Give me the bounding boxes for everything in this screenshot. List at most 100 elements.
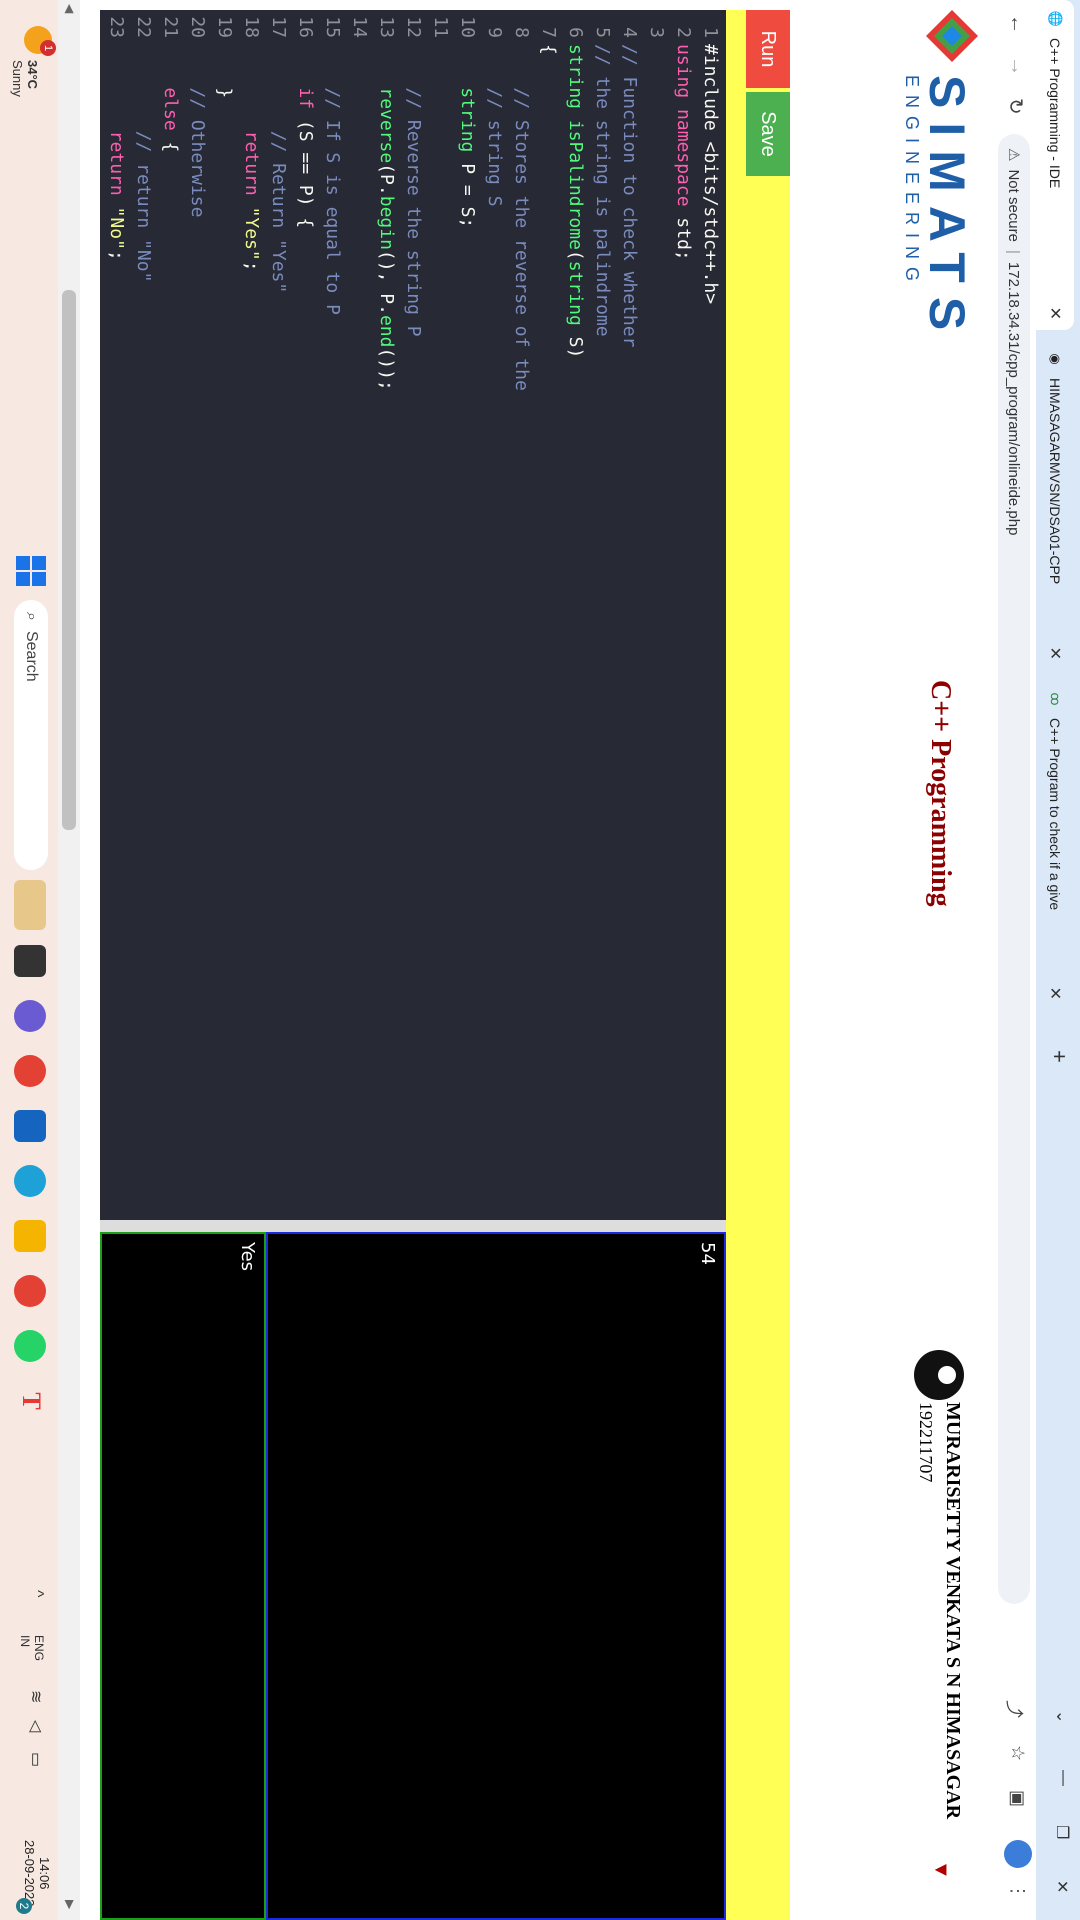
brand-name: SIMATS [919, 75, 975, 345]
code-line: 5// the string is palindrome [592, 27, 613, 337]
lang-code: ENG [32, 1635, 46, 1662]
code-line: 14 [349, 16, 370, 38]
chevron-up-icon[interactable]: ^ [28, 1590, 46, 1598]
chrome-alt-icon[interactable] [14, 1275, 46, 1307]
battery-icon[interactable]: ▭ [26, 1752, 46, 1767]
tab-github[interactable]: ◉ HIMASAGARMVSN/DSA01-CPP ✕ [1036, 340, 1074, 670]
search-icon: ⌕ [23, 612, 40, 621]
code-line: 19 } [214, 16, 235, 99]
weather-text: Sunny [10, 60, 25, 97]
input-value: 54 [697, 1242, 718, 1265]
input-box[interactable]: 54 [266, 1232, 726, 1920]
globe-icon: 🌐 [1048, 10, 1063, 28]
screen: 🌐 C++ Programming - IDE ✕ ◉ HIMASAGARMVS… [0, 0, 1080, 1920]
profile-avatar[interactable] [1004, 1840, 1032, 1868]
volume-icon[interactable]: ◁ [26, 1720, 46, 1732]
editor-scrollbar[interactable] [100, 1220, 726, 1232]
address-bar[interactable]: ⚠ Not secure | 172.18.34.31/cpp_program/… [998, 134, 1030, 1604]
minimize-icon[interactable]: — [1054, 1770, 1072, 1786]
whatsapp-icon[interactable] [14, 1330, 46, 1362]
wifi-icon[interactable]: ≋ [26, 1690, 46, 1703]
code-line: 20 // Otherwise [187, 16, 208, 218]
task-view-icon[interactable] [14, 945, 46, 977]
close-icon[interactable]: ✕ [1045, 987, 1065, 1000]
weather-widget[interactable]: 34°C Sunny [10, 60, 40, 97]
caret-down-icon[interactable]: ▼ [929, 1860, 952, 1880]
forward-icon[interactable]: → [1005, 56, 1028, 76]
date: 28-09-2023 [22, 1840, 37, 1907]
region-code: IN [18, 1635, 32, 1647]
widgets-icon[interactable] [14, 880, 46, 930]
warning-icon: ⚠ [1005, 148, 1022, 162]
maximize-icon[interactable]: ❐ [1052, 1825, 1072, 1839]
code-line: 11 [430, 16, 451, 38]
tab-title: HIMASAGARMVSN/DSA01-CPP [1047, 378, 1063, 585]
simats-logo-icon [926, 10, 978, 62]
url-separator: | [1005, 250, 1023, 254]
run-button[interactable]: Run [746, 10, 790, 88]
language-indicator[interactable]: ENG IN [18, 1635, 46, 1661]
edge-icon[interactable] [14, 1165, 46, 1197]
course-title: C++ Programming [925, 680, 956, 907]
sidepanel-icon[interactable]: ▣ [1007, 1790, 1028, 1807]
code-line: 15 // If S is equal to P [322, 16, 343, 315]
browser-tabbar: 🌐 C++ Programming - IDE ✕ ◉ HIMASAGARMVS… [1036, 0, 1080, 1920]
code-line: 7{ [538, 27, 559, 55]
close-icon[interactable]: ✕ [1045, 307, 1065, 320]
close-icon[interactable]: ✕ [1045, 647, 1065, 660]
code-editor[interactable]: 1#include <bits/stdc++.h> 2using namespa… [100, 10, 726, 1220]
code-line: 13 reverse(P.begin(), P.end()); [376, 16, 397, 391]
menu-kebab-icon[interactable]: ⋮ [1007, 1882, 1028, 1900]
gfg-icon: ꝏ [1048, 692, 1063, 706]
scroll-left-icon[interactable]: ◀ [63, 4, 77, 13]
back-icon[interactable]: ← [1005, 14, 1028, 34]
code-line: 16 if (S == P) { [295, 16, 316, 229]
clock[interactable]: 14:06 28-09-2023 [22, 1840, 52, 1907]
weather-badge: 1 [40, 40, 56, 56]
tab-ide[interactable]: 🌐 C++ Programming - IDE ✕ [1036, 0, 1074, 330]
weather-icon[interactable]: 1 [24, 26, 56, 56]
code-line: 10 string P = S; [457, 16, 478, 229]
output-value: Yes [237, 1242, 258, 1272]
notification-badge[interactable]: 2 [16, 1898, 32, 1914]
page-scrollbar[interactable]: ◀ ▶ [58, 0, 80, 1920]
reload-icon[interactable]: ↻ [1003, 98, 1028, 115]
code-line: 21 else { [160, 16, 181, 153]
windows-start-icon[interactable] [16, 556, 46, 586]
bookmark-star-icon[interactable]: ☆ [1007, 1745, 1028, 1761]
github-icon: ◉ [1048, 353, 1063, 365]
user-id: 192211707 [916, 1402, 936, 1483]
chat-icon[interactable] [14, 1000, 46, 1032]
search-label: Search [23, 630, 40, 682]
store-icon[interactable] [14, 1110, 46, 1142]
save-button[interactable]: Save [746, 92, 790, 176]
code-line: 12 // Reverse the string P [403, 16, 424, 337]
tab-search-icon[interactable]: ⌄ [1052, 1710, 1072, 1723]
temperature: 34°C [25, 60, 40, 90]
code-line: 17 // Return "Yes" [268, 16, 289, 294]
security-label: Not secure [1005, 169, 1023, 242]
code-line: 23 return "No"; [106, 16, 127, 261]
code-line: 1#include <bits/stdc++.h> [700, 27, 721, 305]
scrollbar-thumb[interactable] [62, 290, 76, 830]
brand-subtitle: ENGINEERING [902, 75, 922, 290]
window-close-icon[interactable]: ✕ [1052, 1880, 1072, 1893]
code-line: 8 // Stores the reverse of the [511, 27, 532, 391]
code-line: 2using namespace std; [673, 27, 694, 261]
taskbar-search[interactable]: ⌕ Search [14, 600, 48, 870]
tab-title: C++ Programming - IDE [1047, 38, 1063, 189]
page: SIMATS ENGINEERING C++ Programming MURAR… [0, 0, 992, 1920]
typing-app-icon[interactable]: T [14, 1385, 46, 1417]
chrome-icon[interactable] [14, 1055, 46, 1087]
url-text: 172.18.34.31/cpp_program/onlineide.php [1005, 261, 1023, 536]
scroll-right-icon[interactable]: ▶ [63, 1900, 77, 1909]
new-tab-button[interactable]: + [1046, 1050, 1072, 1063]
share-icon[interactable]: ⤴ [1002, 1700, 1028, 1718]
user-icon [914, 1350, 964, 1400]
time: 14:06 [37, 1856, 52, 1890]
user-name: MURARISETTY VENKATA S N HIMASAGAR [942, 1402, 964, 1820]
output-box: Yes [100, 1232, 266, 1920]
toolbar-strip [726, 10, 746, 1920]
file-explorer-icon[interactable] [14, 1220, 46, 1252]
tab-article[interactable]: ꝏ C++ Program to check if a give ✕ [1036, 680, 1074, 1010]
